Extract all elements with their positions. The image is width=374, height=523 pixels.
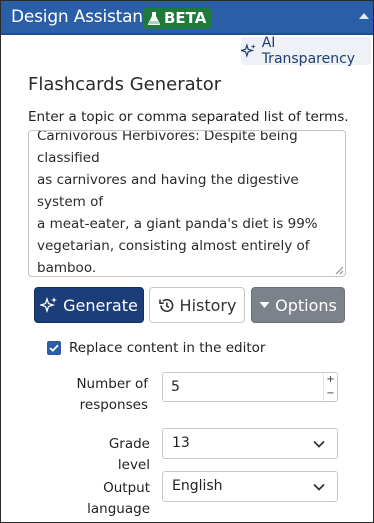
output-language-select[interactable]: English <box>162 471 338 502</box>
beta-label: BETA <box>164 9 207 27</box>
beta-badge: BETA <box>143 7 212 29</box>
responses-stepper[interactable]: + − <box>323 373 337 401</box>
flask-icon <box>147 11 161 25</box>
replace-content-option[interactable]: Replace content in the editor <box>47 340 265 356</box>
history-button[interactable]: History <box>149 287 245 323</box>
sparkle-icon <box>241 43 256 58</box>
chevron-down-icon <box>313 483 325 491</box>
language-label-line1: Output <box>103 480 150 496</box>
caret-down-icon <box>259 302 270 308</box>
ai-transparency-label: AI Transparency <box>261 35 356 67</box>
generate-button[interactable]: Generate <box>34 287 144 323</box>
history-label: History <box>179 295 237 315</box>
checkmark-icon <box>49 344 59 352</box>
history-icon <box>158 298 173 312</box>
header-bar: Design Assistant BETA <box>1 1 373 35</box>
language-label-line2: language <box>87 501 150 517</box>
topic-textarea-text[interactable]: Carnivorous Herbivores: Despite being cl… <box>37 131 345 276</box>
sparkle-icon <box>40 296 58 314</box>
resize-handle-icon[interactable] <box>335 266 344 275</box>
responses-label-line2: responses <box>79 397 148 413</box>
responses-label-line1: Number of <box>76 376 148 392</box>
responses-value[interactable]: 5 <box>171 379 180 395</box>
grade-level-select[interactable]: 13 <box>162 428 338 459</box>
language-label: Output language <box>73 478 150 520</box>
responses-number-input[interactable]: 5 + − <box>162 372 338 402</box>
topic-instructions: Enter a topic or comma separated list of… <box>28 109 349 125</box>
ai-transparency-button[interactable]: AI Transparency <box>241 35 371 67</box>
replace-content-checkbox[interactable] <box>47 341 61 355</box>
generate-label: Generate <box>63 295 138 315</box>
stepper-increment-button[interactable]: + <box>324 373 337 387</box>
options-button[interactable]: Options <box>251 287 345 323</box>
scroll-up-arrow-icon[interactable] <box>359 13 369 19</box>
grade-level-value: 13 <box>172 435 190 451</box>
responses-label: Number of responses <box>73 374 148 416</box>
replace-content-label: Replace content in the editor <box>69 340 266 356</box>
grade-label: Grade level <box>108 436 150 473</box>
design-assistant-panel: Design Assistant BETA AI Transparency Fl… <box>0 0 374 523</box>
app-title: Design Assistant <box>11 7 150 27</box>
output-language-value: English <box>172 478 223 494</box>
section-title: Flashcards Generator <box>28 74 222 95</box>
stepper-decrement-button[interactable]: − <box>324 387 337 401</box>
chevron-down-icon <box>313 440 325 448</box>
topic-textarea[interactable]: Carnivorous Herbivores: Despite being cl… <box>28 130 346 277</box>
options-label: Options <box>275 295 337 315</box>
